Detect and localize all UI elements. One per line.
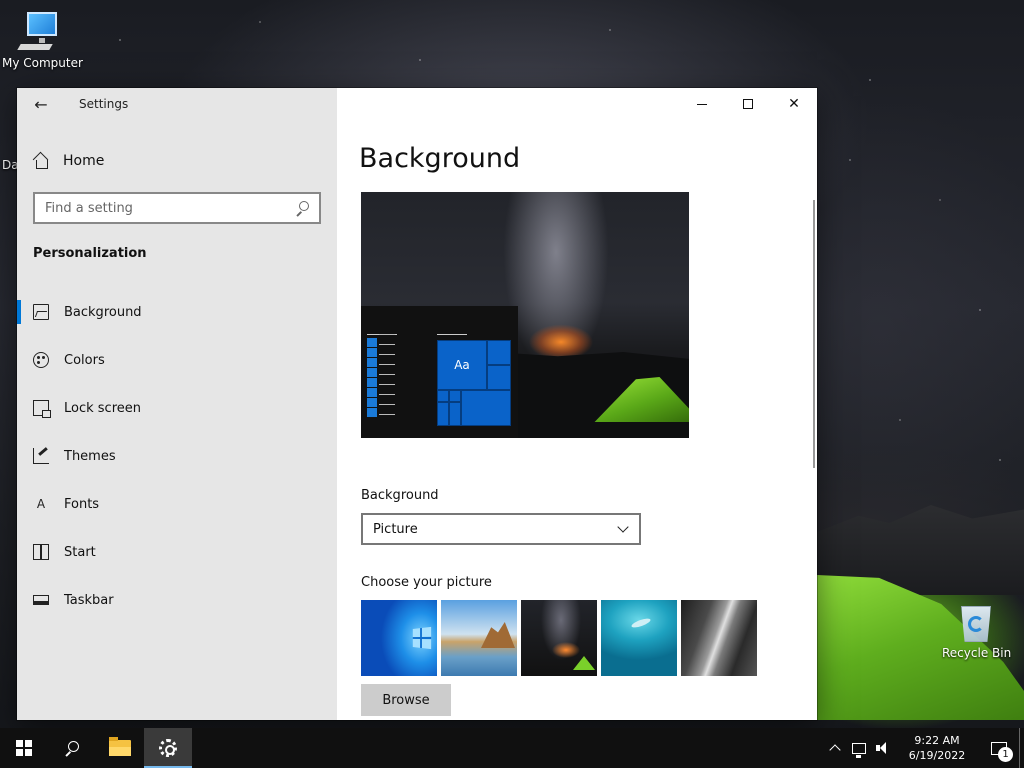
desktop-icon-label: Recycle Bin	[942, 646, 1012, 660]
sidebar-item-label: Lock screen	[64, 400, 141, 416]
volume-button[interactable]	[871, 728, 895, 768]
section-title: Personalization	[33, 246, 147, 261]
speaker-icon	[876, 742, 890, 754]
sidebar-item-label: Themes	[64, 448, 116, 464]
sidebar-item-taskbar[interactable]: Taskbar	[17, 576, 337, 624]
preview-tile-label: Aa	[437, 340, 487, 390]
taskbar: 9:22 AM 6/19/2022 1	[0, 728, 1024, 768]
lock-screen-icon	[33, 400, 51, 418]
show-hidden-icons-button[interactable]	[823, 728, 847, 768]
sidebar-item-label: Start	[64, 544, 96, 560]
thumbnail-underwater-swimmer[interactable]	[601, 600, 677, 676]
back-arrow-icon: ←	[34, 94, 48, 114]
page-title: Background	[359, 143, 521, 174]
minimize-button[interactable]	[679, 88, 725, 120]
browse-button[interactable]: Browse	[361, 684, 451, 716]
maximize-button[interactable]	[725, 88, 771, 120]
thumbnail-rock-cliff[interactable]	[681, 600, 757, 676]
background-type-label: Background	[361, 488, 439, 503]
background-type-dropdown[interactable]: Picture	[361, 513, 641, 545]
start-icon	[33, 544, 49, 560]
window-controls: ✕	[679, 88, 817, 120]
sidebar-item-start[interactable]: Start	[17, 528, 337, 576]
picture-icon	[33, 304, 49, 320]
thumbnail-beach-rocks[interactable]	[441, 600, 517, 676]
background-preview: Aa	[361, 192, 689, 438]
taskbar-search-button[interactable]	[48, 728, 96, 768]
gear-icon	[159, 739, 177, 757]
clock-date: 6/19/2022	[908, 749, 966, 762]
taskbar-icon	[33, 595, 49, 605]
settings-window: ← Settings Home Personalization Backgrou…	[17, 88, 817, 720]
search-input[interactable]	[45, 200, 295, 216]
sidebar-item-label: Fonts	[64, 496, 100, 512]
desktop-icon-recycle-bin[interactable]: Recycle Bin	[942, 600, 1012, 660]
clock[interactable]: 9:22 AM 6/19/2022	[895, 733, 979, 763]
recycle-bin-icon	[955, 600, 995, 644]
system-tray: 9:22 AM 6/19/2022 1	[823, 728, 1024, 768]
sidebar-item-label: Taskbar	[64, 592, 114, 608]
search-icon	[65, 741, 79, 755]
back-button[interactable]: ←	[17, 88, 65, 120]
sidebar-nav: Background Colors Lock screen Themes A F…	[17, 288, 337, 624]
notification-badge: 1	[998, 747, 1013, 762]
search-box	[33, 192, 321, 224]
show-desktop-button[interactable]	[1019, 728, 1024, 768]
clock-time: 9:22 AM	[914, 734, 960, 747]
preview-tiles: Aa	[437, 340, 511, 426]
start-button[interactable]	[0, 728, 48, 768]
folder-icon	[109, 737, 131, 756]
sidebar-item-label: Home	[63, 153, 105, 169]
home-icon	[33, 153, 49, 169]
network-button[interactable]	[847, 728, 871, 768]
settings-taskbar-button[interactable]	[144, 728, 192, 768]
sidebar-item-background[interactable]: Background	[17, 288, 337, 336]
sidebar-item-themes[interactable]: Themes	[17, 432, 337, 480]
action-center-button[interactable]: 1	[979, 728, 1019, 768]
thumbnail-windows-light[interactable]	[361, 600, 437, 676]
settings-main: ✕ Background Aa Background Picture Choos…	[337, 88, 817, 720]
sidebar-item-home[interactable]: Home	[33, 148, 104, 174]
chevron-down-icon	[617, 521, 629, 533]
sidebar-item-colors[interactable]: Colors	[17, 336, 337, 384]
desktop-icon-label: My Computer	[2, 56, 83, 70]
dropdown-value: Picture	[373, 521, 418, 537]
desktop-icon-my-computer[interactable]: My Computer	[2, 8, 83, 70]
chevron-up-icon	[829, 744, 841, 756]
app-title: Settings	[79, 97, 129, 111]
search-icon[interactable]	[295, 201, 309, 215]
computer-icon	[17, 8, 63, 54]
thumbnail-milky-way-tent[interactable]	[521, 600, 597, 676]
choose-picture-label: Choose your picture	[361, 575, 492, 590]
file-explorer-button[interactable]	[96, 728, 144, 768]
close-button[interactable]: ✕	[771, 88, 817, 120]
windows-logo-icon	[16, 740, 32, 756]
maximize-icon	[743, 99, 753, 109]
scrollbar[interactable]	[813, 200, 815, 468]
settings-sidebar: ← Settings Home Personalization Backgrou…	[17, 88, 337, 720]
close-icon: ✕	[788, 96, 800, 112]
sidebar-item-fonts[interactable]: A Fonts	[17, 480, 337, 528]
title-bar: ← Settings	[17, 88, 337, 120]
palette-icon	[33, 352, 49, 368]
sidebar-item-lock-screen[interactable]: Lock screen	[17, 384, 337, 432]
preview-start-menu: Aa	[361, 306, 518, 438]
network-icon	[852, 742, 866, 758]
themes-icon	[33, 448, 49, 464]
minimize-icon	[697, 103, 707, 105]
sidebar-item-label: Colors	[64, 352, 105, 368]
picture-thumbnails	[361, 600, 761, 676]
sidebar-item-label: Background	[64, 304, 142, 320]
fonts-icon: A	[36, 497, 46, 511]
